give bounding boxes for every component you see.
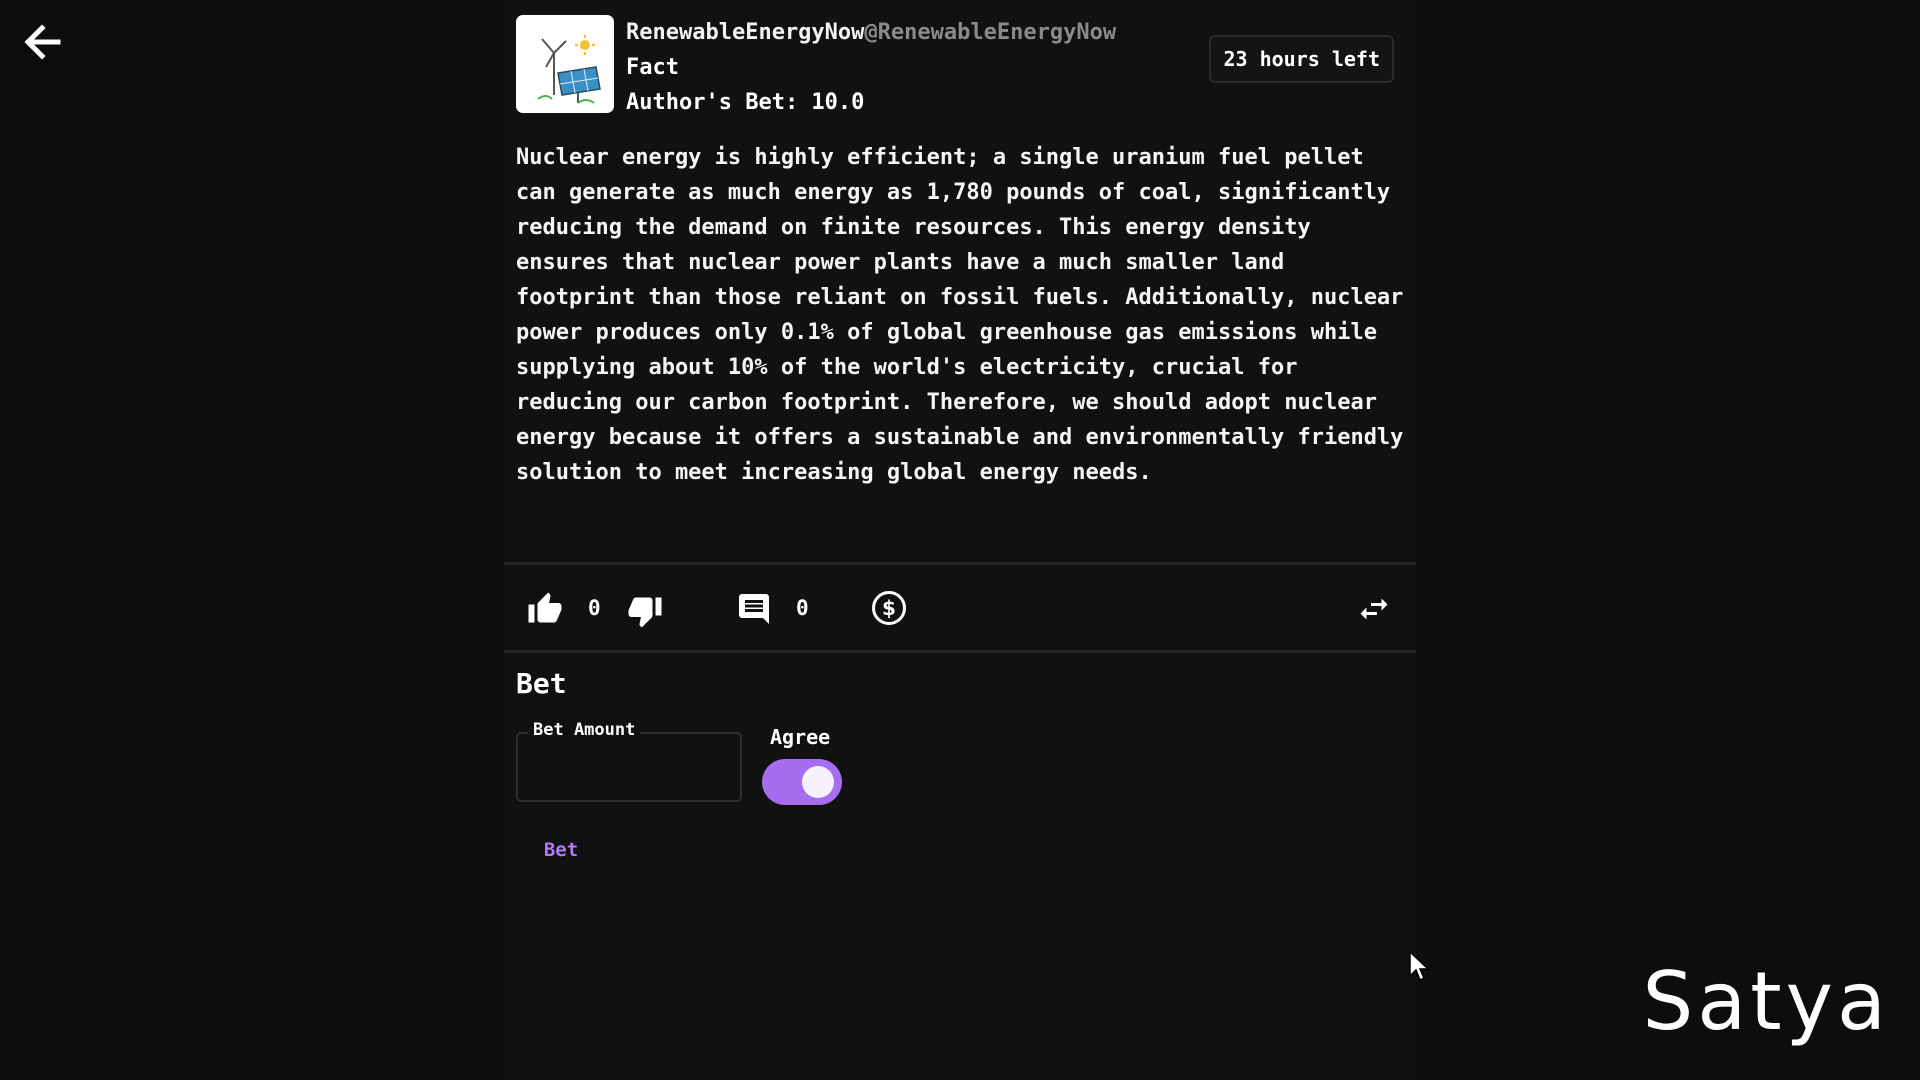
time-left-badge: 23 hours left bbox=[1209, 35, 1394, 83]
avatar[interactable] bbox=[516, 15, 614, 113]
toggle-knob bbox=[802, 766, 834, 798]
tip-button[interactable]: $ bbox=[871, 590, 907, 626]
thumbs-down-icon bbox=[628, 597, 662, 628]
bet-submit-button[interactable]: Bet bbox=[526, 830, 596, 870]
agree-label: Agree bbox=[770, 725, 831, 749]
post-meta: RenewableEnergyNow@RenewableEnergyNow Fa… bbox=[626, 15, 1116, 120]
agree-toggle[interactable] bbox=[762, 759, 842, 805]
mouse-cursor-icon bbox=[1409, 950, 1430, 982]
comment-icon bbox=[739, 594, 769, 624]
watermark: Satya bbox=[1642, 955, 1890, 1048]
back-button[interactable] bbox=[18, 18, 68, 68]
author-handle[interactable]: @RenewableEnergyNow bbox=[864, 20, 1116, 45]
comment-count: 0 bbox=[796, 596, 809, 620]
divider bbox=[504, 562, 1416, 565]
post-category: Fact bbox=[626, 55, 679, 80]
bet-amount-field: Bet Amount bbox=[516, 720, 742, 802]
action-bar: 0 0 $ bbox=[504, 585, 1416, 633]
comment-button[interactable] bbox=[736, 591, 772, 627]
thumbs-up-icon bbox=[528, 592, 562, 623]
post-body: Nuclear energy is highly efficient; a si… bbox=[516, 145, 1404, 485]
bet-amount-input[interactable] bbox=[526, 748, 735, 790]
dollar-icon: $ bbox=[872, 591, 906, 625]
repost-icon bbox=[1360, 598, 1388, 620]
author-line: RenewableEnergyNow@RenewableEnergyNow bbox=[626, 15, 1116, 50]
dislike-button[interactable] bbox=[626, 593, 664, 629]
post-detail-column: RenewableEnergyNow@RenewableEnergyNow Fa… bbox=[504, 0, 1430, 1080]
like-button[interactable] bbox=[526, 591, 564, 627]
author-name[interactable]: RenewableEnergyNow bbox=[626, 20, 864, 45]
bet-amount-label: Bet Amount bbox=[528, 720, 641, 740]
svg-text:$: $ bbox=[882, 596, 896, 620]
author-bet: Author's Bet: 10.0 bbox=[626, 90, 865, 115]
bet-heading: Bet bbox=[516, 667, 567, 700]
like-count: 0 bbox=[588, 596, 601, 620]
back-arrow-icon bbox=[24, 24, 61, 60]
renewable-energy-avatar-icon bbox=[537, 35, 601, 104]
repost-button[interactable] bbox=[1356, 591, 1392, 627]
divider bbox=[504, 650, 1416, 653]
